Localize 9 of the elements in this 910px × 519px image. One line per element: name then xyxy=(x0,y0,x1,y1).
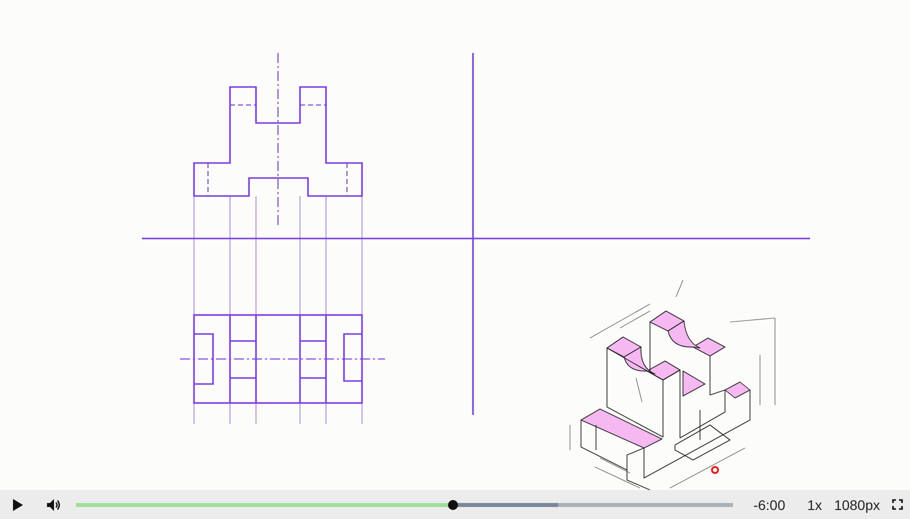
speed-button[interactable]: 1x xyxy=(807,496,822,512)
cursor-dot xyxy=(711,466,719,474)
play-icon xyxy=(13,498,23,510)
progress-track[interactable] xyxy=(76,502,734,506)
fullscreen-icon xyxy=(892,499,902,510)
remaining-time: -6:00 xyxy=(753,496,786,512)
speaker-icon xyxy=(47,498,61,510)
progress-handle[interactable] xyxy=(448,500,458,510)
quality-button[interactable]: 1080px xyxy=(834,496,880,512)
